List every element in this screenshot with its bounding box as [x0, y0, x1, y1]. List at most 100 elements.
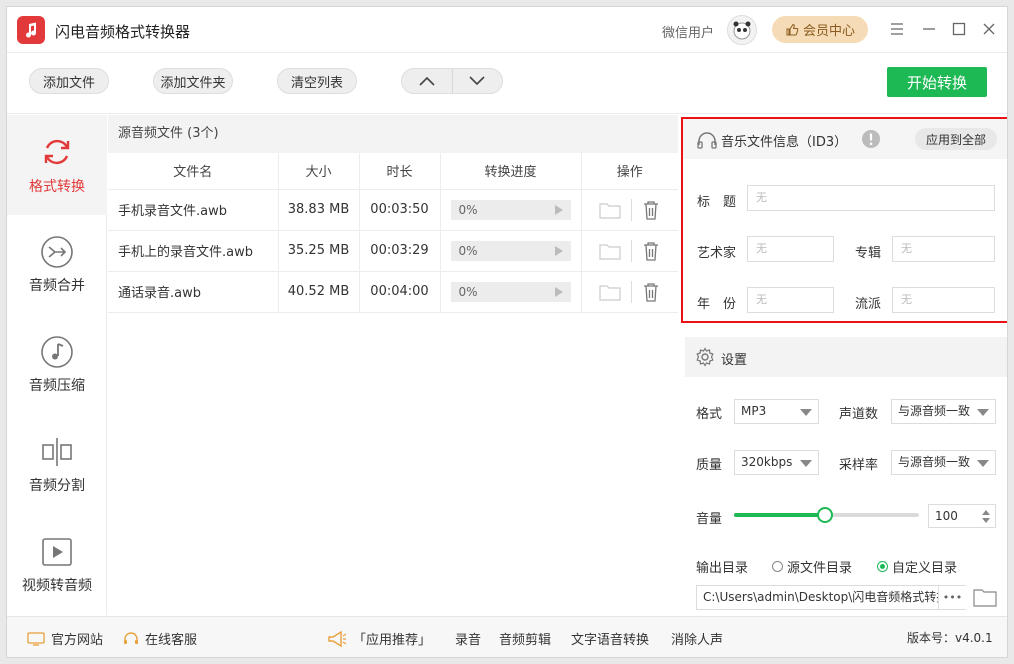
folder-icon[interactable]: [599, 201, 621, 219]
app-recommend[interactable]: 「应用推荐」: [327, 629, 431, 648]
sidebar-item-label: 音频压缩: [29, 378, 85, 394]
artist-label: 艺术家: [697, 246, 737, 261]
vip-center-button[interactable]: 会员中心: [772, 16, 868, 43]
refresh-icon: [44, 139, 70, 165]
radio-custom-dir[interactable]: 自定义目录: [877, 557, 957, 576]
song-title-input[interactable]: 无: [747, 185, 995, 211]
table-row[interactable]: 手机上的录音文件.awb 35.25 MB 00:03:29 0%: [108, 230, 678, 272]
menu-icon[interactable]: [887, 19, 907, 39]
column-header-actions: 操作: [581, 153, 678, 190]
vocal-remove-link[interactable]: 消除人声: [671, 629, 723, 648]
quality-select[interactable]: 320kbps: [734, 450, 819, 475]
move-down-button[interactable]: [453, 69, 503, 93]
table-header-row: 文件名 大小 时长 转换进度 操作: [108, 153, 678, 190]
video-icon: [42, 538, 72, 566]
sidebar-item-format-convert[interactable]: 格式转换: [7, 115, 107, 215]
clear-list-button[interactable]: 清空列表: [277, 68, 357, 94]
stepper-up-icon[interactable]: [982, 510, 990, 515]
year-input[interactable]: 无: [747, 287, 834, 313]
play-icon[interactable]: [554, 286, 563, 297]
headset-icon: [124, 631, 138, 644]
divider: [631, 280, 633, 303]
settings-title: 设置: [721, 353, 748, 368]
format-value: MP3: [741, 404, 767, 418]
folder-open-icon[interactable]: [973, 587, 997, 607]
play-icon[interactable]: [554, 245, 563, 256]
sidebar-item-label: 格式转换: [29, 179, 85, 195]
gear-icon: [696, 347, 714, 367]
id3-title: 音乐文件信息（ID3）: [721, 135, 848, 150]
start-convert-button[interactable]: 开始转换: [887, 67, 987, 97]
folder-icon[interactable]: [599, 283, 621, 301]
output-path-input[interactable]: C:\Users\admin\Desktop\闪电音频格式转换器: [696, 585, 966, 610]
radio-source-dir[interactable]: 源文件目录: [772, 557, 852, 576]
divider: [631, 239, 633, 262]
file-size: 38.83 MB: [278, 189, 360, 231]
official-website-label: 官方网站: [51, 633, 104, 648]
volume-slider-fill: [734, 513, 825, 517]
add-folder-button[interactable]: 添加文件夹: [153, 68, 233, 94]
format-select[interactable]: MP3: [734, 399, 819, 424]
genre-input[interactable]: 无: [892, 287, 995, 313]
trash-icon[interactable]: [642, 282, 660, 302]
chevron-down-icon: [800, 460, 812, 467]
output-dir-label: 输出目录: [696, 561, 749, 576]
sidebar-item-audio-compress[interactable]: 音频压缩: [7, 315, 107, 415]
move-up-button[interactable]: [402, 69, 453, 93]
trash-icon[interactable]: [642, 241, 660, 261]
id3-info-box: 音乐文件信息（ID3） 应用到全部 标 题 无 艺术家 无 专辑 无 年 份 无…: [681, 117, 1007, 323]
add-file-button[interactable]: 添加文件: [29, 68, 109, 94]
progress-bar: 0%: [450, 240, 571, 261]
sidebar-item-audio-split[interactable]: 音频分割: [7, 415, 107, 515]
audio-edit-link[interactable]: 音频剪辑: [499, 629, 551, 648]
chevron-down-icon: [977, 460, 989, 467]
channels-value: 与源音频一致: [898, 404, 971, 418]
maximize-icon[interactable]: [949, 19, 969, 39]
album-label: 专辑: [855, 246, 882, 261]
volume-slider[interactable]: [734, 507, 919, 523]
album-input[interactable]: 无: [892, 236, 995, 262]
sidebar-item-video-to-audio[interactable]: 视频转音频: [7, 515, 107, 615]
minimize-icon[interactable]: [919, 19, 939, 39]
move-buttons: [401, 68, 503, 94]
samplerate-select[interactable]: 与源音频一致: [891, 450, 996, 475]
progress-value: 0%: [458, 243, 478, 258]
file-size: 35.25 MB: [278, 230, 360, 272]
samplerate-label: 采样率: [839, 458, 879, 473]
volume-stepper[interactable]: 100: [928, 504, 996, 528]
app-window: 闪电音频格式转换器 微信用户 会员中心 添加文件 添加文件夹 清空列表 开始转换…: [6, 6, 1008, 658]
volume-slider-handle[interactable]: [816, 507, 833, 523]
browse-more-button[interactable]: •••: [938, 586, 966, 609]
music-note-icon: [41, 336, 73, 368]
sidebar-item-audio-merge[interactable]: 音频合并: [7, 215, 107, 315]
tts-link[interactable]: 文字语音转换: [571, 629, 649, 648]
table-row[interactable]: 手机录音文件.awb 38.83 MB 00:03:50 0%: [108, 189, 678, 231]
trash-icon[interactable]: [642, 200, 660, 220]
close-icon[interactable]: [979, 19, 999, 39]
file-list-panel: 源音频文件 (3个) 文件名 大小 时长 转换进度 操作 手机录音文件.awb …: [108, 115, 678, 615]
info-icon[interactable]: [861, 129, 881, 149]
artist-input[interactable]: 无: [747, 236, 834, 262]
user-name[interactable]: 微信用户: [662, 22, 714, 41]
app-logo-icon: [17, 16, 45, 44]
stepper-down-icon[interactable]: [982, 518, 990, 523]
song-title-label: 标 题: [697, 195, 737, 210]
record-link[interactable]: 录音: [455, 629, 481, 648]
quality-label: 质量: [696, 458, 723, 473]
apply-to-all-button[interactable]: 应用到全部: [915, 128, 997, 150]
merge-icon: [41, 236, 73, 268]
radio-checked-icon: [877, 561, 888, 572]
status-bar: 官方网站 在线客服 「应用推荐」 录音 音频剪辑 文字语音转换 消除人声 版本号…: [7, 616, 1007, 657]
quality-value: 320kbps: [741, 455, 793, 469]
table-row[interactable]: 通话录音.awb 40.52 MB 00:04:00 0%: [108, 271, 678, 313]
file-duration: 00:03:50: [359, 189, 441, 231]
id3-header: 音乐文件信息（ID3） 应用到全部: [683, 119, 1007, 159]
file-list-header: 源音频文件 (3个): [108, 115, 678, 153]
avatar[interactable]: [727, 15, 757, 45]
play-icon[interactable]: [554, 204, 563, 215]
channels-select[interactable]: 与源音频一致: [891, 399, 996, 424]
volume-label: 音量: [696, 512, 723, 527]
official-website-link[interactable]: 官方网站: [27, 629, 103, 648]
online-support-link[interactable]: 在线客服: [123, 629, 197, 648]
folder-icon[interactable]: [599, 242, 621, 260]
